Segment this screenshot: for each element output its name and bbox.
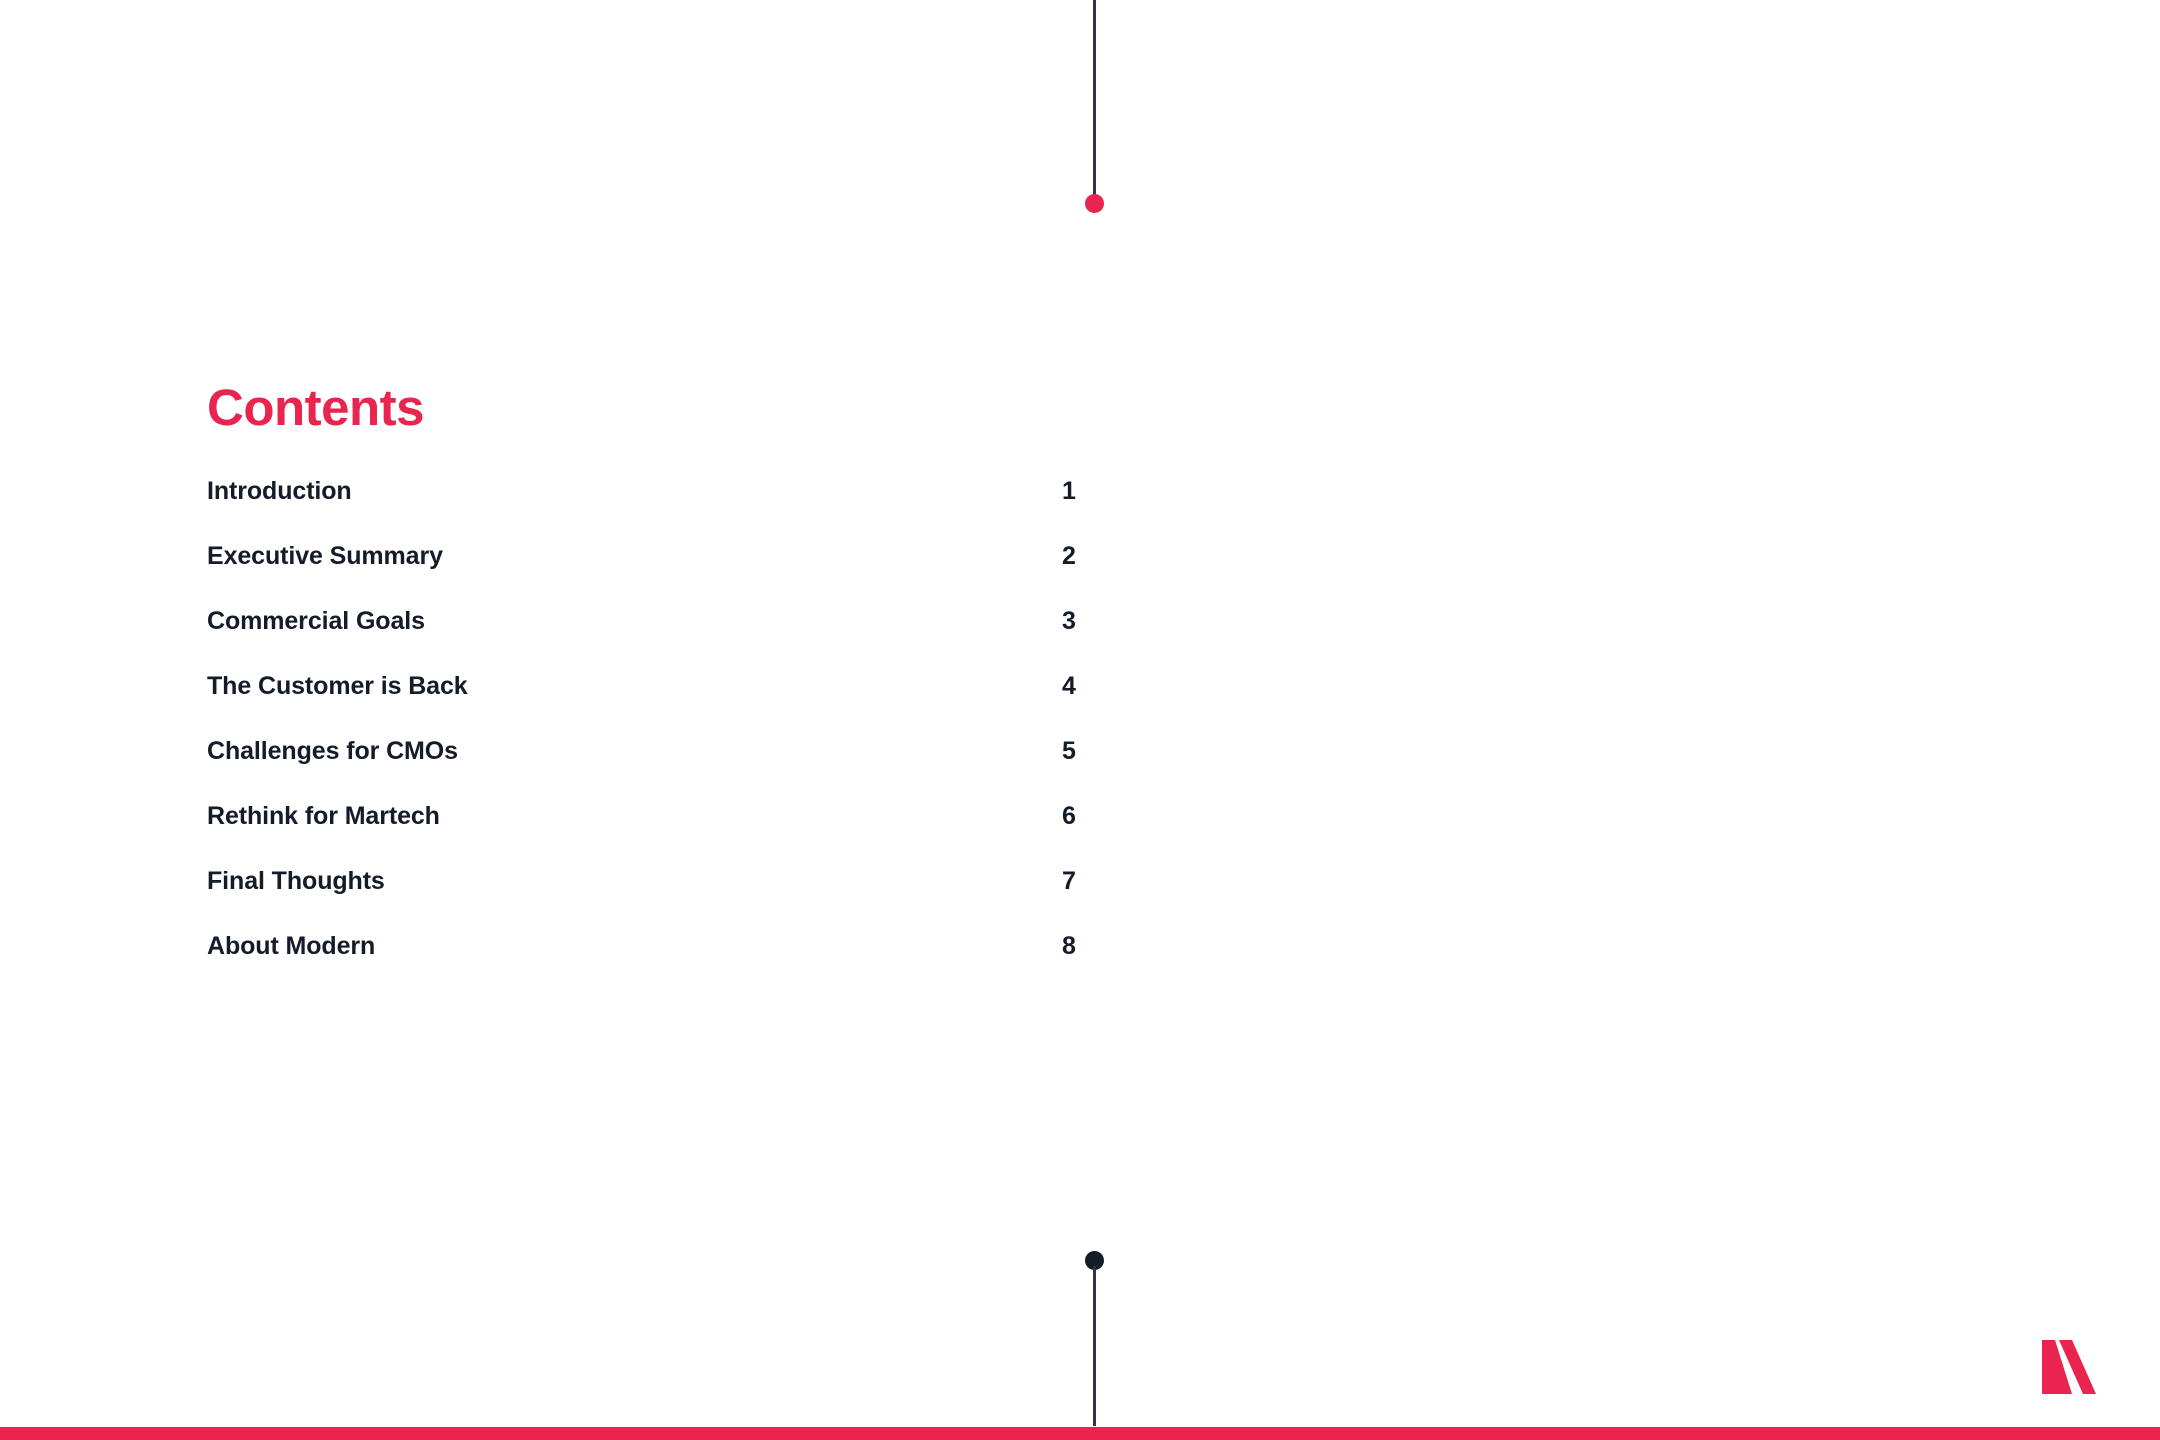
toc-row[interactable]: About Modern 8 — [207, 932, 1102, 997]
toc-row[interactable]: Executive Summary 2 — [207, 542, 1102, 607]
document-page: Contents Introduction 1 Executive Summar… — [0, 0, 2160, 1440]
toc-item-page-number: 2 — [1062, 542, 1076, 570]
toc-item-label: Introduction — [207, 477, 352, 505]
modern-logo-icon — [2042, 1340, 2096, 1394]
toc-row[interactable]: Rethink for Martech 6 — [207, 802, 1102, 867]
toc-row[interactable]: The Customer is Back 4 — [207, 672, 1102, 737]
toc-item-page-number: 7 — [1062, 867, 1076, 895]
toc-item-page-number: 8 — [1062, 932, 1076, 960]
top-vertical-rule — [1093, 0, 1096, 202]
table-of-contents: Introduction 1 Executive Summary 2 Comme… — [207, 477, 1102, 997]
toc-item-page-number: 4 — [1062, 672, 1076, 700]
toc-item-label: Executive Summary — [207, 542, 443, 570]
page-title: Contents — [207, 379, 424, 437]
toc-item-page-number: 6 — [1062, 802, 1076, 830]
top-accent-dot-icon — [1085, 194, 1104, 213]
bottom-accent-bar — [0, 1427, 2160, 1440]
toc-item-label: Rethink for Martech — [207, 802, 440, 830]
toc-row[interactable]: Introduction 1 — [207, 477, 1102, 542]
toc-item-label: Challenges for CMOs — [207, 737, 458, 765]
toc-item-page-number: 5 — [1062, 737, 1076, 765]
bottom-vertical-rule — [1093, 1266, 1096, 1426]
toc-item-label: Final Thoughts — [207, 867, 385, 895]
toc-item-label: The Customer is Back — [207, 672, 468, 700]
toc-row[interactable]: Challenges for CMOs 5 — [207, 737, 1102, 802]
toc-item-label: About Modern — [207, 932, 376, 960]
toc-item-label: Commercial Goals — [207, 607, 425, 635]
toc-row[interactable]: Commercial Goals 3 — [207, 607, 1102, 672]
toc-item-page-number: 3 — [1062, 607, 1076, 635]
toc-row[interactable]: Final Thoughts 7 — [207, 867, 1102, 932]
toc-item-page-number: 1 — [1062, 477, 1076, 505]
